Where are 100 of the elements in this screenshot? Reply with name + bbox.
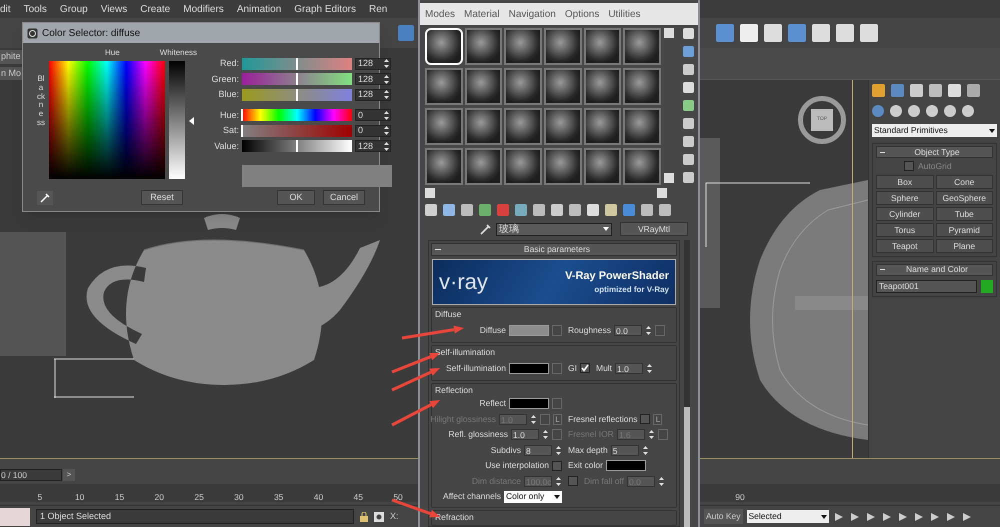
spinner-arrows-icon[interactable] [645,324,652,336]
object-name-field[interactable]: Teapot001 [876,280,977,293]
spinner-arrows-icon[interactable] [555,476,562,487]
primitive-button[interactable]: Plane [936,238,993,253]
reset-button[interactable]: Reset [141,190,183,205]
menu-item[interactable]: Tools [24,2,47,16]
channel-slider[interactable] [242,88,352,101]
playback-icon[interactable] [960,512,972,522]
frame-counter[interactable]: 0 / 100 [0,469,62,481]
next-frame-button[interactable]: > [63,469,75,481]
side-tool-icon[interactable] [683,118,694,129]
lock-icon[interactable] [360,512,368,522]
spinner-field[interactable]: 5 [610,444,639,456]
playback-icon[interactable] [912,512,924,522]
spinner-arrows-icon[interactable] [383,110,390,121]
rollout-header[interactable]: Object Type [876,146,993,158]
whiteness-bar[interactable] [169,61,185,179]
eyedropper-button[interactable] [37,190,53,204]
spinner-arrows-icon[interactable] [383,140,390,152]
menu-item[interactable]: Modes [425,6,456,22]
spinner-field[interactable]: 0.0 [614,324,642,336]
material-type-button[interactable]: VRayMtl [620,222,688,236]
slider-thumb[interactable] [241,124,244,137]
channel-slider[interactable] [242,124,352,137]
menu-item[interactable]: Modifiers [183,2,224,16]
spinner-arrows-icon[interactable] [648,429,655,440]
spinner-arrows-icon[interactable] [642,444,649,456]
menu-item[interactable]: Navigation [508,6,556,22]
slider-thumb[interactable] [296,73,298,86]
slider-thumb[interactable] [296,140,298,152]
menu-item[interactable]: Graph Editors [294,2,356,16]
menu-item[interactable]: Group [60,2,88,16]
primitive-button[interactable]: GeoSphere [936,190,993,205]
playback-icon[interactable] [864,512,876,522]
channel-spinner[interactable]: 128 [355,58,392,70]
material-name-field[interactable]: 玻璃 [496,222,612,236]
menu-item[interactable]: dit [0,2,11,16]
side-tool-icon[interactable] [683,64,694,75]
playback-icon[interactable] [896,512,908,522]
channel-slider[interactable] [242,73,352,86]
lock-button[interactable]: L [653,414,662,425]
gear-icon[interactable] [374,512,384,522]
spinner-field[interactable]: 1.0 [511,429,539,440]
primitive-button[interactable]: Teapot [876,238,934,253]
cancel-button[interactable]: Cancel [323,190,365,205]
channel-spinner[interactable]: 0 [355,109,392,122]
primitive-button[interactable]: Torus [876,222,934,237]
category-icon[interactable] [890,105,902,117]
menu-item[interactable]: Utilities [608,6,641,22]
checkbox[interactable] [552,460,562,471]
spinner-arrows-icon[interactable] [555,444,562,456]
spinner-field[interactable]: 1.0 [615,362,644,374]
slider-thumb[interactable] [296,88,298,101]
channel-spinner[interactable]: 0 [355,124,392,137]
menu-item[interactable]: Views [100,2,128,16]
category-icon[interactable] [926,105,938,117]
spinner-arrows-icon[interactable] [383,125,390,136]
menu-item[interactable]: Material [464,6,500,22]
menu-item[interactable]: Create [140,2,170,16]
spinner-field[interactable]: 8 [524,444,552,456]
channel-slider[interactable] [242,140,352,152]
playback-icon[interactable] [880,512,892,522]
playback-icon[interactable] [848,512,860,522]
auto-key-button[interactable]: Auto Key [704,509,742,524]
category-dropdown[interactable]: Standard Primitives [872,124,997,137]
primitive-button[interactable]: Tube [936,206,993,221]
color-swatch[interactable] [509,324,549,336]
side-tool-icon[interactable] [683,82,694,93]
spinner-arrows-icon[interactable] [383,74,390,85]
spinner-arrows-icon[interactable] [542,429,549,440]
color-swatch[interactable] [509,362,549,374]
menu-item[interactable]: Ren [368,2,388,16]
playback-icon[interactable] [832,512,844,522]
checkbox[interactable] [568,476,578,486]
side-tool-icon[interactable] [683,172,694,183]
checkbox[interactable] [640,414,650,424]
spinner-arrows-icon[interactable] [658,476,665,487]
primitive-button[interactable]: Cylinder [876,206,934,221]
dropdown-arrow-icon[interactable] [603,227,609,231]
key-filter-dropdown[interactable]: Selected [746,510,828,523]
checkbox[interactable] [580,363,590,373]
color-swatch[interactable] [509,398,549,410]
spinner-arrows-icon[interactable] [383,89,390,100]
menu-item[interactable]: Options [564,6,600,22]
primitive-button[interactable]: Pyramid [936,222,993,237]
channel-spinner[interactable]: 128 [355,88,392,101]
channels-dropdown[interactable]: Color only [504,490,562,503]
category-icon[interactable] [962,105,974,117]
rollout-header[interactable]: Basic parameters [431,243,677,256]
slider-thumb[interactable] [296,58,298,70]
channel-slider[interactable] [242,109,352,122]
scrollbar-thumb[interactable] [684,407,690,527]
playback-icon[interactable] [944,512,956,522]
checkbox[interactable] [904,161,914,172]
ok-button[interactable]: OK [277,190,315,205]
channel-slider[interactable] [242,58,352,70]
playback-icon[interactable] [928,512,940,522]
spinner-arrows-icon[interactable] [530,414,537,425]
eyedropper-icon[interactable] [480,223,492,235]
side-tool-icon[interactable] [683,100,694,111]
